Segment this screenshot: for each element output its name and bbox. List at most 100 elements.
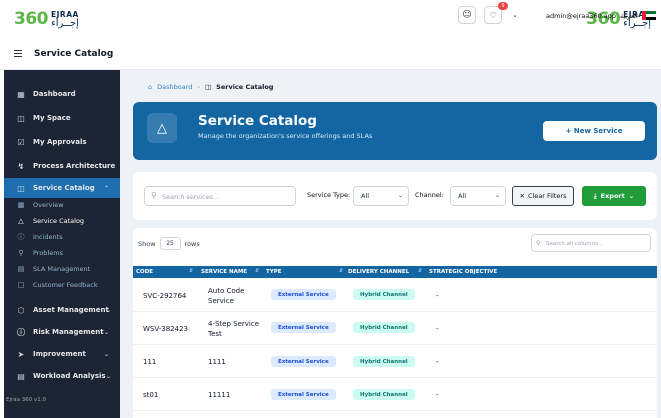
- sort-icon[interactable]: ⇵: [339, 268, 343, 274]
- page-size-select[interactable]: 25: [159, 237, 181, 250]
- table-search-box[interactable]: ⚲: [531, 234, 651, 252]
- menu-icon[interactable]: [14, 50, 22, 57]
- sidebar-subitem-sla-management[interactable]: ▤ SLA Management: [4, 262, 120, 276]
- chevron-down-icon[interactable]: ⌄: [512, 11, 518, 19]
- sidebar: ▦ Dashboard ◫ My Space ☑ My Approvals ↯ …: [4, 70, 120, 418]
- breadcrumb-current: Service Catalog: [216, 83, 274, 91]
- column-type[interactable]: TYPE: [266, 269, 282, 275]
- sort-icon[interactable]: ⇵: [189, 268, 193, 274]
- chevron-down-icon: ⌄: [103, 162, 109, 170]
- service-type-label: Service Type:: [307, 191, 351, 199]
- chevron-down-icon: ⌄: [628, 192, 635, 200]
- channel-label: Channel:: [415, 191, 444, 199]
- channel-badge: Hybrid Channel: [353, 356, 415, 367]
- breadcrumb: ⌂ Dashboard › ◫ Service Catalog: [148, 83, 273, 91]
- sidebar-item-risk-management[interactable]: ⓘ Risk Management ⌄: [4, 324, 120, 340]
- type-badge: External Service: [271, 322, 336, 333]
- notification-badge: 9: [498, 2, 508, 10]
- app-version: Ejraa 360 v1.0: [6, 397, 47, 403]
- sidebar-subitem-incidents[interactable]: ⓘ Incidents: [4, 230, 120, 244]
- filter-bar: ⚲ Service Type: All ⌄ Channel: All ⌄ ✕ C…: [133, 172, 657, 220]
- sidebar-subitem-service-catalog[interactable]: △ Service Catalog: [4, 214, 120, 228]
- column-strategic-objective[interactable]: STRATEGIC OBJECTIVE: [429, 269, 497, 275]
- channel-badge: Hybrid Channel: [353, 322, 415, 333]
- sort-icon[interactable]: ⇵: [418, 268, 422, 274]
- channel-badge: Hybrid Channel: [353, 389, 415, 400]
- search-box[interactable]: ⚲: [144, 186, 296, 206]
- sidebar-subitem-customer-feedback[interactable]: □ Customer Feedback: [4, 278, 120, 292]
- user-email[interactable]: admin@ejraa360.app: [546, 12, 616, 20]
- sidebar-item-dashboard[interactable]: ▦ Dashboard: [4, 86, 120, 102]
- box-icon: ⬡: [17, 305, 25, 315]
- table-search-input[interactable]: [546, 238, 646, 249]
- table-row[interactable]: SVC-292764 Auto Code Service External Se…: [133, 279, 657, 312]
- search-icon: ⚲: [151, 191, 157, 200]
- cell-service-name: 4-Step Service Test: [208, 320, 260, 338]
- store-icon: ◫: [17, 183, 25, 193]
- language-switch[interactable]: العربية: [620, 12, 638, 20]
- sidebar-item-improvement[interactable]: ➤ Improvement ⌄: [4, 346, 120, 362]
- service-bell-icon: △: [147, 113, 177, 143]
- chevron-down-icon: ⌄: [106, 372, 112, 380]
- column-delivery-channel[interactable]: DELIVERY CHANNEL: [348, 269, 409, 275]
- new-service-button[interactable]: + New Service: [543, 121, 645, 141]
- cell-service-name: Auto Code Service: [208, 287, 245, 305]
- flow-icon: ↯: [17, 161, 25, 171]
- logo-name-ar: إجــراء: [51, 18, 79, 29]
- cell-code: SVC-292764: [143, 292, 187, 300]
- uae-flag-icon[interactable]: [642, 11, 656, 20]
- table-row[interactable]: WSV-382423 4-Step Service Test External …: [133, 312, 657, 345]
- cell-objective: -: [436, 292, 439, 300]
- chevron-right-icon: ›: [197, 83, 201, 91]
- column-code[interactable]: CODE: [136, 269, 153, 275]
- sidebar-item-process-architecture[interactable]: ↯ Process Architecture ⌄: [4, 158, 120, 174]
- bell-service-icon: △: [18, 217, 24, 225]
- services-table-card: Show 25 rows ⚲ CODE ⇵ SERVICE NAME ⇵ TYP…: [133, 228, 657, 418]
- breadcrumb-dashboard[interactable]: Dashboard: [157, 83, 192, 91]
- cell-objective: -: [436, 358, 439, 366]
- table-row[interactable]: 111 1111 External Service Hybrid Channel…: [133, 345, 657, 378]
- clear-filters-button[interactable]: ✕ Clear Filters: [512, 186, 574, 206]
- type-badge: External Service: [271, 356, 336, 367]
- clipboard-check-icon: ☑: [17, 137, 25, 147]
- download-icon: ⤓: [593, 191, 597, 200]
- sort-icon[interactable]: ⇵: [255, 268, 259, 274]
- sidebar-item-my-space[interactable]: ◫ My Space: [4, 110, 120, 126]
- hero-subtitle: Manage the organization's service offeri…: [198, 132, 373, 140]
- brand-logo[interactable]: 360 EJRAA إجــراء: [14, 9, 79, 29]
- page-size-control: Show 25 rows: [138, 237, 200, 250]
- cell-service-name: 1111: [208, 358, 226, 366]
- search-input[interactable]: [162, 190, 292, 203]
- hero-title: Service Catalog: [198, 113, 317, 129]
- sidebar-item-service-catalog[interactable]: ◫ Service Catalog ⌃: [4, 178, 120, 198]
- assistant-icon[interactable]: ☺: [458, 6, 476, 24]
- column-service-name[interactable]: SERVICE NAME: [201, 269, 247, 275]
- rocket-icon: ➤: [17, 349, 25, 359]
- sidebar-subitem-problems[interactable]: ⚲ Problems: [4, 246, 120, 260]
- hero-banner: △ Service Catalog Manage the organizatio…: [133, 102, 657, 160]
- search-icon: ⚲: [536, 239, 541, 247]
- cell-code: st01: [143, 391, 159, 399]
- close-icon: ✕: [519, 192, 525, 200]
- grid-small-icon: ▦: [17, 201, 25, 209]
- search-icon: ⚲: [18, 249, 24, 257]
- document-icon: ▤: [17, 265, 25, 273]
- chevron-down-icon: ⌄: [106, 306, 112, 314]
- table-header: CODE ⇵ SERVICE NAME ⇵ TYPE ⇵ DELIVERY CH…: [133, 266, 657, 278]
- table-row[interactable]: st01 11111 External Service Hybrid Chann…: [133, 378, 657, 411]
- sidebar-subitem-overview[interactable]: ▦ Overview: [4, 198, 120, 212]
- channel-select[interactable]: All ⌄: [450, 186, 506, 206]
- sidebar-item-workload-analysis[interactable]: ▤ Workload Analysis ⌄: [4, 368, 120, 384]
- chat-icon: □: [17, 281, 25, 289]
- store-icon: ◫: [205, 83, 212, 91]
- sidebar-item-asset-management[interactable]: ⬡ Asset Management ⌄: [4, 302, 120, 318]
- chevron-down-icon: ⌄: [104, 328, 110, 336]
- sidebar-item-my-approvals[interactable]: ☑ My Approvals: [4, 134, 120, 150]
- logo-number: 360: [14, 9, 49, 29]
- export-button[interactable]: ⤓ Export ⌄: [582, 186, 646, 206]
- cell-objective: -: [436, 325, 439, 333]
- chevron-down-icon: ⌄: [104, 350, 110, 358]
- home-icon[interactable]: ⌂: [148, 83, 152, 91]
- type-badge: External Service: [271, 389, 336, 400]
- service-type-select[interactable]: All ⌄: [353, 186, 409, 206]
